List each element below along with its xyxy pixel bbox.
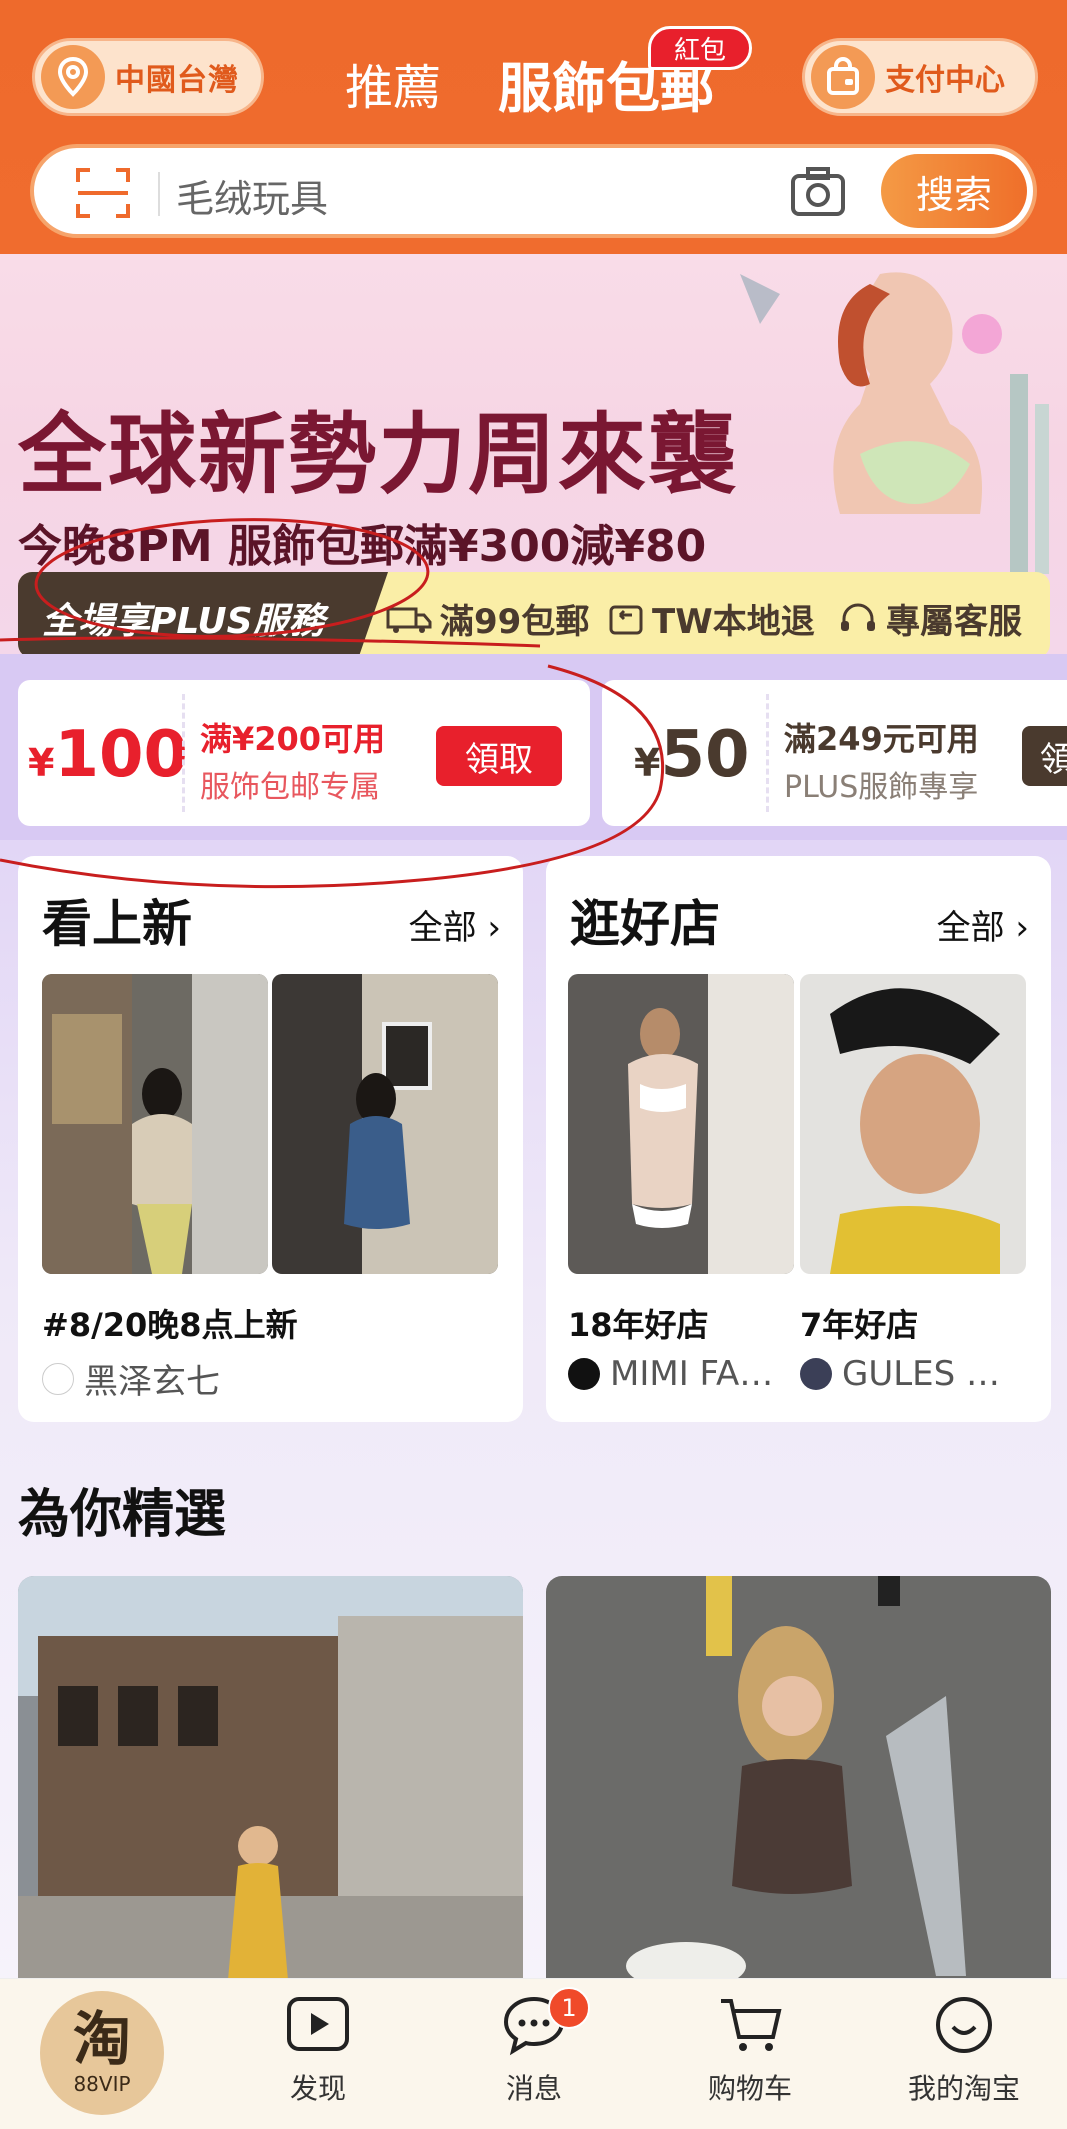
coupon-amount: ¥50 (634, 718, 750, 792)
scan-icon[interactable] (74, 164, 132, 222)
card-title: 逛好店 (570, 895, 720, 953)
payment-center-label: 支付中心 (885, 63, 1005, 98)
search-bar[interactable]: 毛绒玩具 搜索 (30, 144, 1037, 238)
nav-label: 我的淘宝 (907, 2072, 1020, 2105)
coupon-divider (766, 694, 769, 812)
plus-customer-service: 專屬客服 (838, 594, 1022, 643)
claim-coupon-button[interactable]: 領 (1022, 726, 1067, 786)
coupon-condition: 滿249元可用 (784, 720, 979, 758)
shop-age-caption: 18年好店 (568, 1306, 709, 1344)
coupon-amount: ¥100 (28, 718, 189, 792)
coupon-note: PLUS服飾專享 (784, 770, 979, 805)
tab-recommend[interactable]: 推薦 (345, 48, 441, 118)
coupon-note: 服饰包邮专属 (200, 770, 380, 805)
plus-service-bar[interactable]: 全場享PLUS服務 滿99包郵 TW本地退 專屬客服 (18, 572, 1050, 654)
product-image[interactable] (272, 974, 498, 1274)
banner-subtitle: 今晚8PM 服飾包郵滿¥300減¥80 (18, 521, 707, 572)
play-icon (287, 1997, 349, 2051)
shop-logo-icon (568, 1358, 600, 1390)
plus-item-label: 滿99包郵 (440, 602, 590, 642)
coupon-card[interactable]: ¥100 满¥200可用 服饰包邮专属 領取 (18, 680, 590, 826)
new-arrival-caption: #8/20晚8点上新 (42, 1306, 298, 1344)
banner-model-image (740, 272, 1049, 574)
shop-image[interactable] (800, 974, 1026, 1274)
shop-name: GULES … (842, 1354, 1001, 1394)
good-shops-card[interactable]: 逛好店 全部 › 18年好店 7年好店 MIMI FA… GULES … (546, 856, 1051, 1422)
nav-label: 消息 (505, 2072, 562, 2105)
pick-product-image[interactable] (18, 1576, 523, 1980)
search-input[interactable]: 毛绒玩具 (176, 168, 328, 223)
shop-link[interactable]: MIMI FA… (568, 1354, 788, 1394)
product-image[interactable] (42, 974, 268, 1274)
bottom-nav: 淘 88VIP 发现 1 消息 购物车 我的淘宝 (0, 1978, 1067, 2129)
taobao-logo-icon: 淘 (72, 2005, 131, 2073)
camera-icon[interactable] (790, 166, 846, 218)
picks-section-title: 為你精選 (18, 1485, 227, 1545)
nav-label: 88VIP (73, 2072, 131, 2096)
shop-name: MIMI FA… (610, 1354, 774, 1394)
coupon-card[interactable]: ¥50 滿249元可用 PLUS服飾專享 領 (602, 680, 1067, 826)
coupon-condition: 满¥200可用 (200, 720, 386, 758)
free-shipping-truck-icon (386, 607, 432, 633)
location-selector[interactable]: 中國台灣 (32, 38, 264, 116)
search-button[interactable]: 搜索 (881, 154, 1027, 228)
plus-item-label: 專屬客服 (886, 602, 1022, 642)
shop-link[interactable]: GULES … (800, 1354, 1020, 1394)
nav-label: 购物车 (707, 2072, 792, 2105)
location-label: 中國台灣 (115, 63, 239, 98)
shop-name: 黑泽玄七 (84, 1362, 220, 1402)
coupon-divider (182, 694, 185, 812)
nav-discover[interactable]: 发现 (248, 1993, 388, 2107)
plus-service-label: 全場享PLUS服務 (42, 601, 325, 642)
plus-item-label: TW本地退 (652, 602, 815, 642)
view-all-link[interactable]: 全部 › (937, 900, 1029, 949)
shop-age-caption: 7年好店 (800, 1306, 919, 1344)
new-arrivals-card[interactable]: 看上新 全部 › #8/20晚8点上新 黑泽玄七 (18, 856, 523, 1422)
nav-88vip[interactable]: 淘 88VIP (40, 1991, 164, 2115)
nav-label: 发现 (289, 2072, 346, 2105)
return-icon (609, 605, 643, 634)
search-divider (158, 172, 160, 216)
payment-center-button[interactable]: 支付中心 (802, 38, 1038, 116)
unread-badge: 1 (548, 1987, 590, 2029)
plus-free-shipping: 滿99包郵 (386, 594, 589, 643)
headset-icon (841, 603, 875, 631)
nav-my-taobao[interactable]: 我的淘宝 (894, 1993, 1034, 2107)
shop-logo-icon (800, 1358, 832, 1390)
wallet-bag-icon (811, 45, 875, 109)
shop-logo-icon (42, 1362, 74, 1395)
cart-icon (721, 1999, 782, 2051)
nav-messages[interactable]: 1 消息 (464, 1987, 604, 2107)
shop-link[interactable]: 黑泽玄七 (42, 1354, 220, 1403)
plus-local-return: TW本地退 (608, 594, 815, 643)
pick-product-image[interactable] (546, 1576, 1051, 1980)
promo-banner[interactable]: 全球新勢力周來襲 今晚8PM 服飾包郵滿¥300減¥80 全場享PLUS服務 滿… (0, 254, 1067, 654)
coupon-strip[interactable]: ¥100 满¥200可用 服饰包邮专属 領取 ¥50 滿249元可用 PLUS服… (0, 654, 1067, 840)
shop-image[interactable] (568, 974, 794, 1274)
nav-cart[interactable]: 购物车 (680, 1993, 820, 2107)
card-title: 看上新 (42, 895, 192, 953)
red-packet-badge: 紅包 (648, 26, 752, 70)
smile-icon (936, 1997, 992, 2053)
view-all-link[interactable]: 全部 › (409, 900, 501, 949)
location-pin-icon (41, 45, 105, 109)
claim-coupon-button[interactable]: 領取 (436, 726, 562, 786)
top-header: 中國台灣 推薦 服飾包郵 紅包 支付中心 毛绒玩具 搜索 (0, 0, 1067, 254)
banner-title: 全球新勢力周來襲 (18, 403, 739, 506)
